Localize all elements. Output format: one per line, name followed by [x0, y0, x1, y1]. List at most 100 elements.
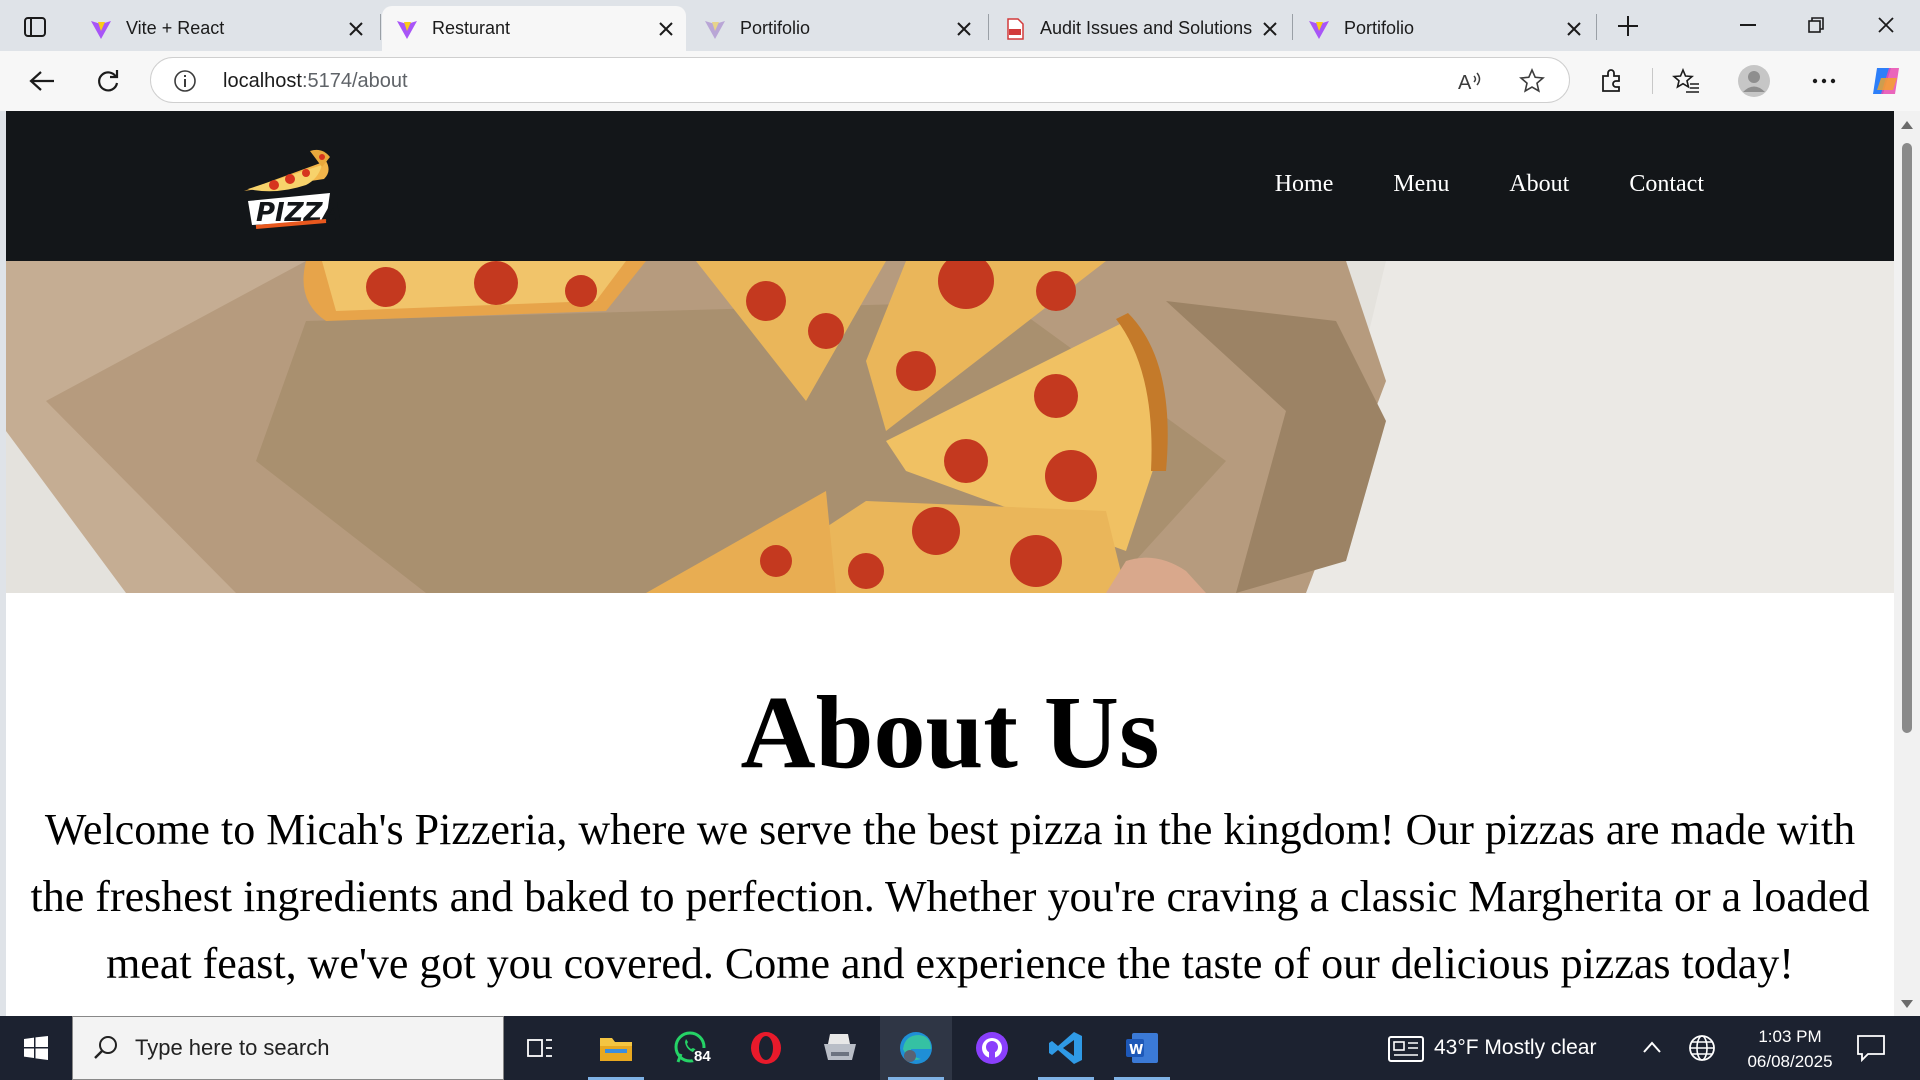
url-host: localhost: [223, 70, 302, 92]
tab-separator: [1596, 14, 1597, 40]
copilot-button[interactable]: [1866, 61, 1906, 101]
more-icon: [1812, 78, 1836, 84]
news-widget-icon[interactable]: [1388, 1036, 1424, 1062]
tab-separator: [1292, 14, 1293, 40]
back-arrow-icon: [29, 71, 54, 91]
whatsapp-badge: 84: [692, 1048, 713, 1065]
weather-text[interactable]: 43°F Mostly clear: [1434, 1036, 1596, 1060]
vite-icon: [705, 20, 725, 39]
tab-actions-icon: [24, 17, 46, 37]
back-button[interactable]: [22, 61, 62, 101]
tab-strip: Vite + React Resturant Portifolio Audit …: [0, 0, 1920, 51]
nav-contact[interactable]: Contact: [1629, 171, 1704, 198]
refresh-button[interactable]: [88, 61, 128, 101]
pdf-icon: [1007, 17, 1024, 40]
close-tab-icon[interactable]: [650, 13, 682, 45]
close-tab-icon[interactable]: [1558, 13, 1590, 45]
settings-more-button[interactable]: [1804, 61, 1844, 101]
tab-portifolio[interactable]: Portifolio: [690, 6, 984, 51]
vscode-app[interactable]: [1030, 1016, 1102, 1080]
network-globe-icon[interactable]: [1688, 1034, 1716, 1062]
tab-title: Portifolio: [740, 18, 811, 38]
read-aloud-icon[interactable]: A: [1457, 68, 1485, 94]
word-icon: W: [1126, 1033, 1158, 1063]
site-header: PIZZA Home Menu About Contact: [6, 111, 1894, 261]
word-app[interactable]: W: [1106, 1016, 1178, 1080]
about-line: Welcome to Micah's Pizzeria, where we se…: [44, 805, 1856, 854]
show-hidden-icons-icon[interactable]: [1642, 1040, 1662, 1054]
extensions-icon: [1602, 69, 1620, 92]
url-text: localhost:5174/about: [223, 70, 408, 93]
close-tab-icon[interactable]: [1254, 13, 1286, 45]
about-paragraph: Welcome to Micah's Pizzeria, where we se…: [6, 796, 1894, 997]
nav-menu[interactable]: Menu: [1393, 171, 1449, 198]
minimize-icon: [1740, 24, 1756, 26]
tab-title: Portifolio: [1344, 18, 1415, 38]
scroll-up-arrow-icon[interactable]: [1901, 121, 1913, 129]
page-scrollbar[interactable]: [1894, 111, 1920, 1016]
tab-title: Resturant: [432, 18, 511, 38]
close-window-button[interactable]: [1856, 6, 1916, 44]
whatsapp-app[interactable]: 84: [654, 1016, 726, 1080]
printer-icon: [824, 1034, 856, 1060]
vscode-icon: [1049, 1032, 1082, 1064]
plus-icon: [1618, 16, 1638, 36]
pizza-logo[interactable]: PIZZA: [226, 141, 346, 231]
edge-icon: [900, 1032, 932, 1064]
start-button[interactable]: [0, 1016, 72, 1080]
task-view-icon: [527, 1039, 552, 1057]
vite-icon: [91, 20, 111, 39]
site-info-icon[interactable]: [173, 69, 197, 93]
close-icon: [1878, 17, 1894, 33]
copilot-icon: [1873, 68, 1899, 94]
opera-icon: [751, 1032, 781, 1064]
github-desktop-app[interactable]: [956, 1016, 1028, 1080]
extensions-button[interactable]: [1592, 61, 1632, 101]
tab-separator: [988, 14, 989, 40]
hero-pizza-image: [6, 261, 1894, 593]
minimize-button[interactable]: [1718, 6, 1778, 44]
url-path: :5174/about: [301, 70, 408, 92]
close-tab-icon[interactable]: [340, 13, 372, 45]
favorite-star-icon[interactable]: [1519, 68, 1545, 94]
restore-icon: [1808, 17, 1824, 33]
profile-button[interactable]: [1734, 61, 1774, 101]
file-explorer-app[interactable]: [580, 1016, 652, 1080]
github-icon: [976, 1032, 1008, 1064]
tab-portifolio-2[interactable]: Portifolio: [1294, 6, 1594, 51]
about-line: the freshest ingredients and baked to pe…: [30, 872, 1870, 921]
windows-logo-icon: [24, 1036, 48, 1060]
pizza-logo-icon: PIZZA: [244, 149, 343, 229]
close-tab-icon[interactable]: [948, 13, 980, 45]
taskbar-search-box[interactable]: Type here to search: [72, 1016, 504, 1080]
scrollbar-thumb[interactable]: [1902, 143, 1912, 733]
favorites-button[interactable]: [1666, 61, 1706, 101]
pizza-box-photo: [6, 261, 1894, 593]
tab-audit-issues[interactable]: Audit Issues and Solutions: [990, 6, 1290, 51]
task-view-button[interactable]: [504, 1016, 576, 1080]
edge-app[interactable]: [880, 1016, 952, 1080]
tab-vite-react[interactable]: Vite + React: [76, 6, 376, 51]
about-heading: About Us: [740, 675, 1160, 790]
tab-actions-button[interactable]: [14, 12, 56, 42]
tab-resturant[interactable]: Resturant: [382, 6, 686, 51]
restore-button[interactable]: [1786, 6, 1846, 44]
tab-title: Audit Issues and Solutions: [1040, 18, 1253, 38]
scroll-down-arrow-icon[interactable]: [1901, 1000, 1913, 1008]
notifications-icon[interactable]: [1856, 1034, 1886, 1062]
new-tab-button[interactable]: [1610, 10, 1646, 42]
main-nav: Home Menu About Contact: [1275, 171, 1704, 198]
printer-app[interactable]: [804, 1016, 876, 1080]
taskbar-clock[interactable]: 1:03 PM 06/08/2025: [1730, 1024, 1850, 1074]
page-viewport: PIZZA Home Menu About Contact About Us W…: [6, 111, 1894, 1016]
tab-title: Vite + React: [126, 18, 225, 38]
search-icon: [94, 1036, 117, 1059]
opera-app[interactable]: [730, 1016, 802, 1080]
browser-toolbar: localhost:5174/about A: [0, 51, 1920, 111]
nav-home[interactable]: Home: [1275, 171, 1334, 198]
search-placeholder: Type here to search: [135, 1035, 330, 1060]
vite-icon: [397, 20, 417, 39]
clock-time: 1:03 PM: [1758, 1027, 1822, 1046]
nav-about[interactable]: About: [1509, 171, 1569, 198]
address-bar[interactable]: localhost:5174/about A: [150, 57, 1570, 103]
